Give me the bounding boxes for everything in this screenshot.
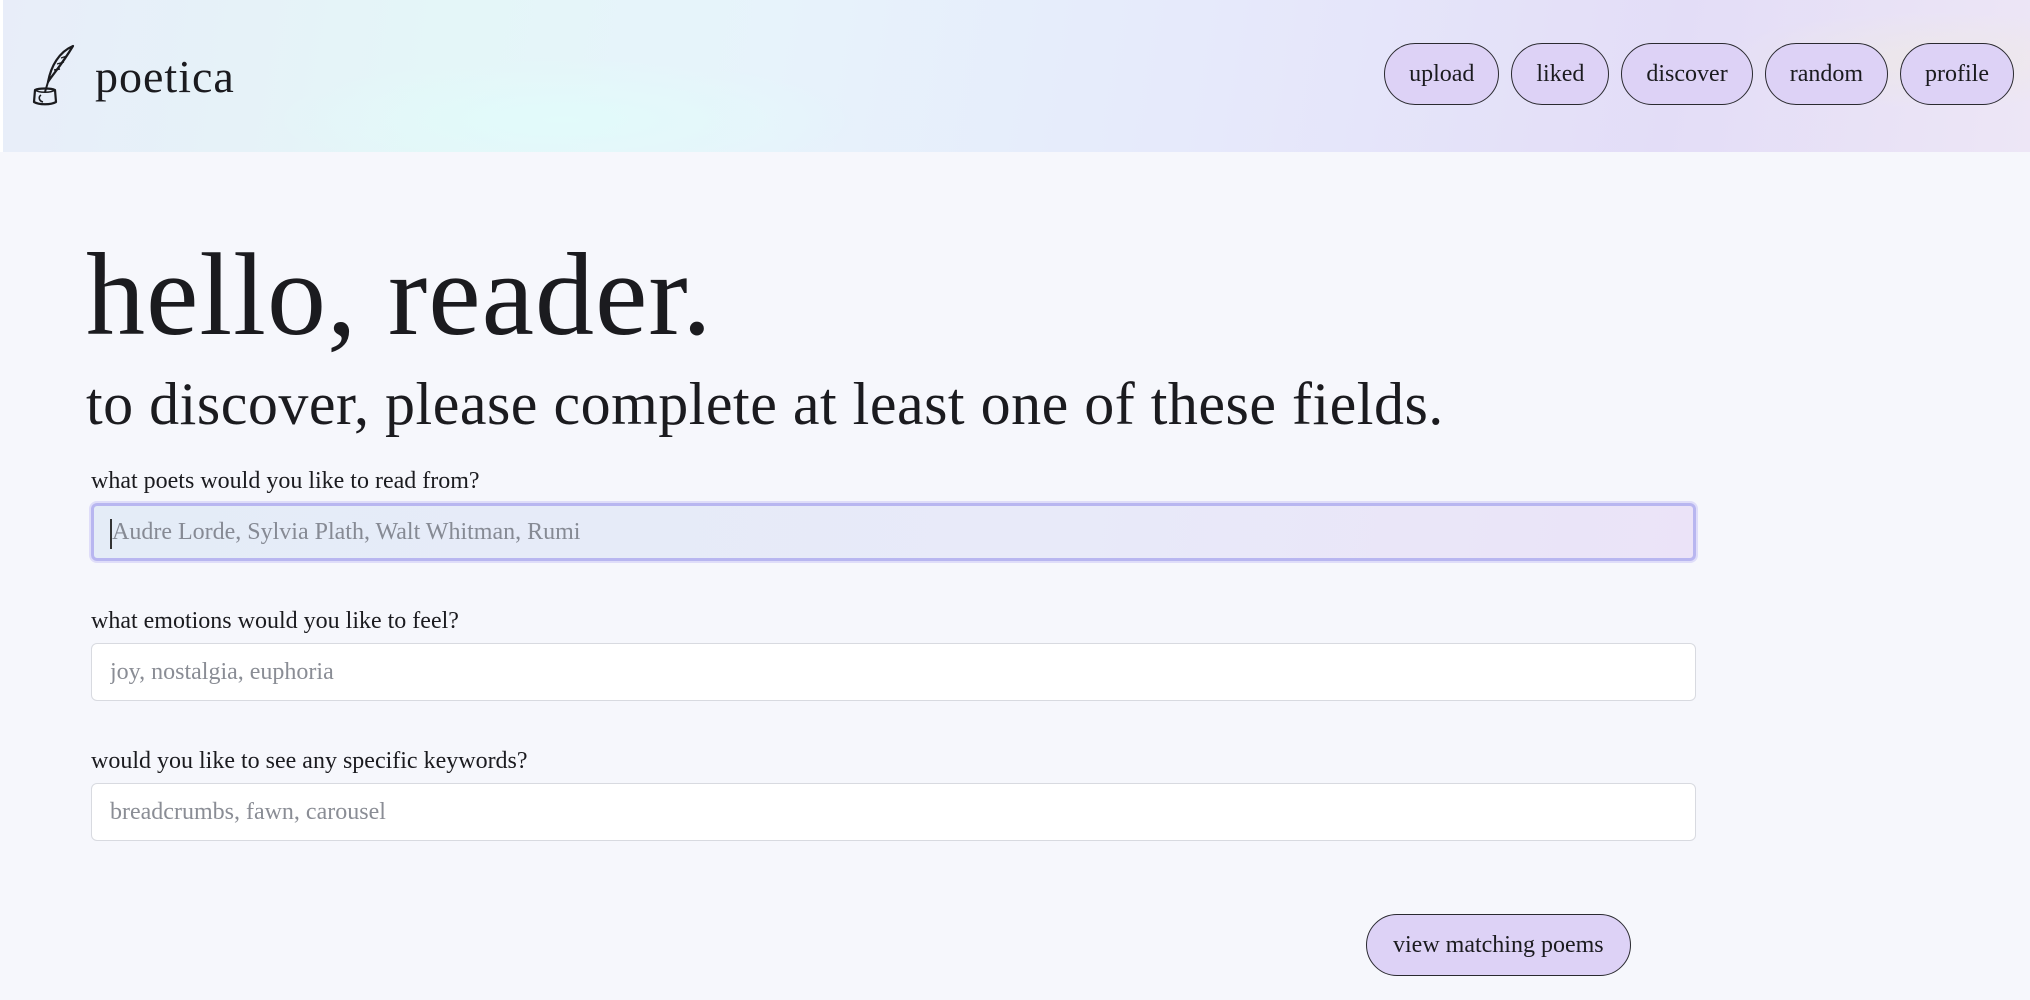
page-subtitle: to discover, please complete at least on… — [86, 371, 1444, 437]
emotions-label: what emotions would you like to feel? — [91, 608, 459, 634]
text-caret — [110, 519, 112, 549]
poets-label: what poets would you like to read from? — [91, 468, 480, 494]
nav-upload-button[interactable]: upload — [1384, 43, 1500, 105]
nav-liked-button[interactable]: liked — [1511, 43, 1610, 105]
app-logo[interactable]: poetica — [29, 44, 235, 108]
main-nav: upload liked discover random profile — [1384, 43, 2014, 105]
emotions-field-group: what emotions would you like to feel? — [91, 608, 1696, 701]
poets-field-group: what poets would you like to read from? — [91, 468, 1696, 561]
discover-form-section: hello, reader. to discover, please compl… — [86, 152, 1706, 437]
poets-input[interactable] — [91, 503, 1696, 561]
view-matching-poems-button[interactable]: view matching poems — [1366, 914, 1631, 976]
app-name: poetica — [95, 50, 235, 102]
top-bar: poetica upload liked discover random pro… — [0, 0, 2030, 152]
nav-random-button[interactable]: random — [1764, 43, 1889, 105]
keywords-label: would you like to see any specific keywo… — [91, 748, 528, 774]
keywords-input[interactable] — [91, 783, 1696, 841]
nav-discover-button[interactable]: discover — [1621, 43, 1753, 105]
nav-profile-button[interactable]: profile — [1900, 43, 2014, 105]
quill-inkwell-icon — [32, 44, 75, 106]
page-title: hello, reader. — [86, 229, 713, 360]
keywords-field-group: would you like to see any specific keywo… — [91, 748, 1696, 841]
emotions-input[interactable] — [91, 643, 1696, 701]
